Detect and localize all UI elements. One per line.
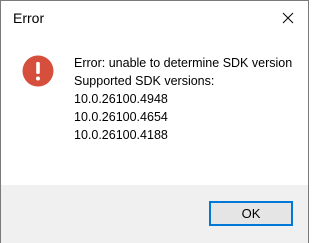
ok-button-label: OK bbox=[241, 206, 261, 221]
close-button[interactable] bbox=[268, 1, 308, 35]
dialog-content: Error: unable to determine SDK version S… bbox=[1, 35, 308, 185]
message-line: 10.0.26100.4188 bbox=[74, 128, 168, 142]
close-icon bbox=[282, 12, 294, 24]
ok-button[interactable]: OK bbox=[209, 201, 293, 226]
message-line: Supported SDK versions: bbox=[74, 74, 215, 88]
error-icon bbox=[22, 55, 54, 87]
window-title: Error bbox=[13, 10, 45, 26]
message-line: 10.0.26100.4948 bbox=[74, 92, 168, 106]
button-bar: OK bbox=[1, 185, 308, 243]
message-line: Error: unable to determine SDK version bbox=[74, 56, 293, 70]
error-message: Error: unable to determine SDK version S… bbox=[74, 54, 292, 144]
title-bar: Error bbox=[1, 1, 308, 35]
message-line: 10.0.26100.4654 bbox=[74, 110, 168, 124]
error-dialog: Error Error: unable to determine SDK ver… bbox=[0, 0, 309, 243]
